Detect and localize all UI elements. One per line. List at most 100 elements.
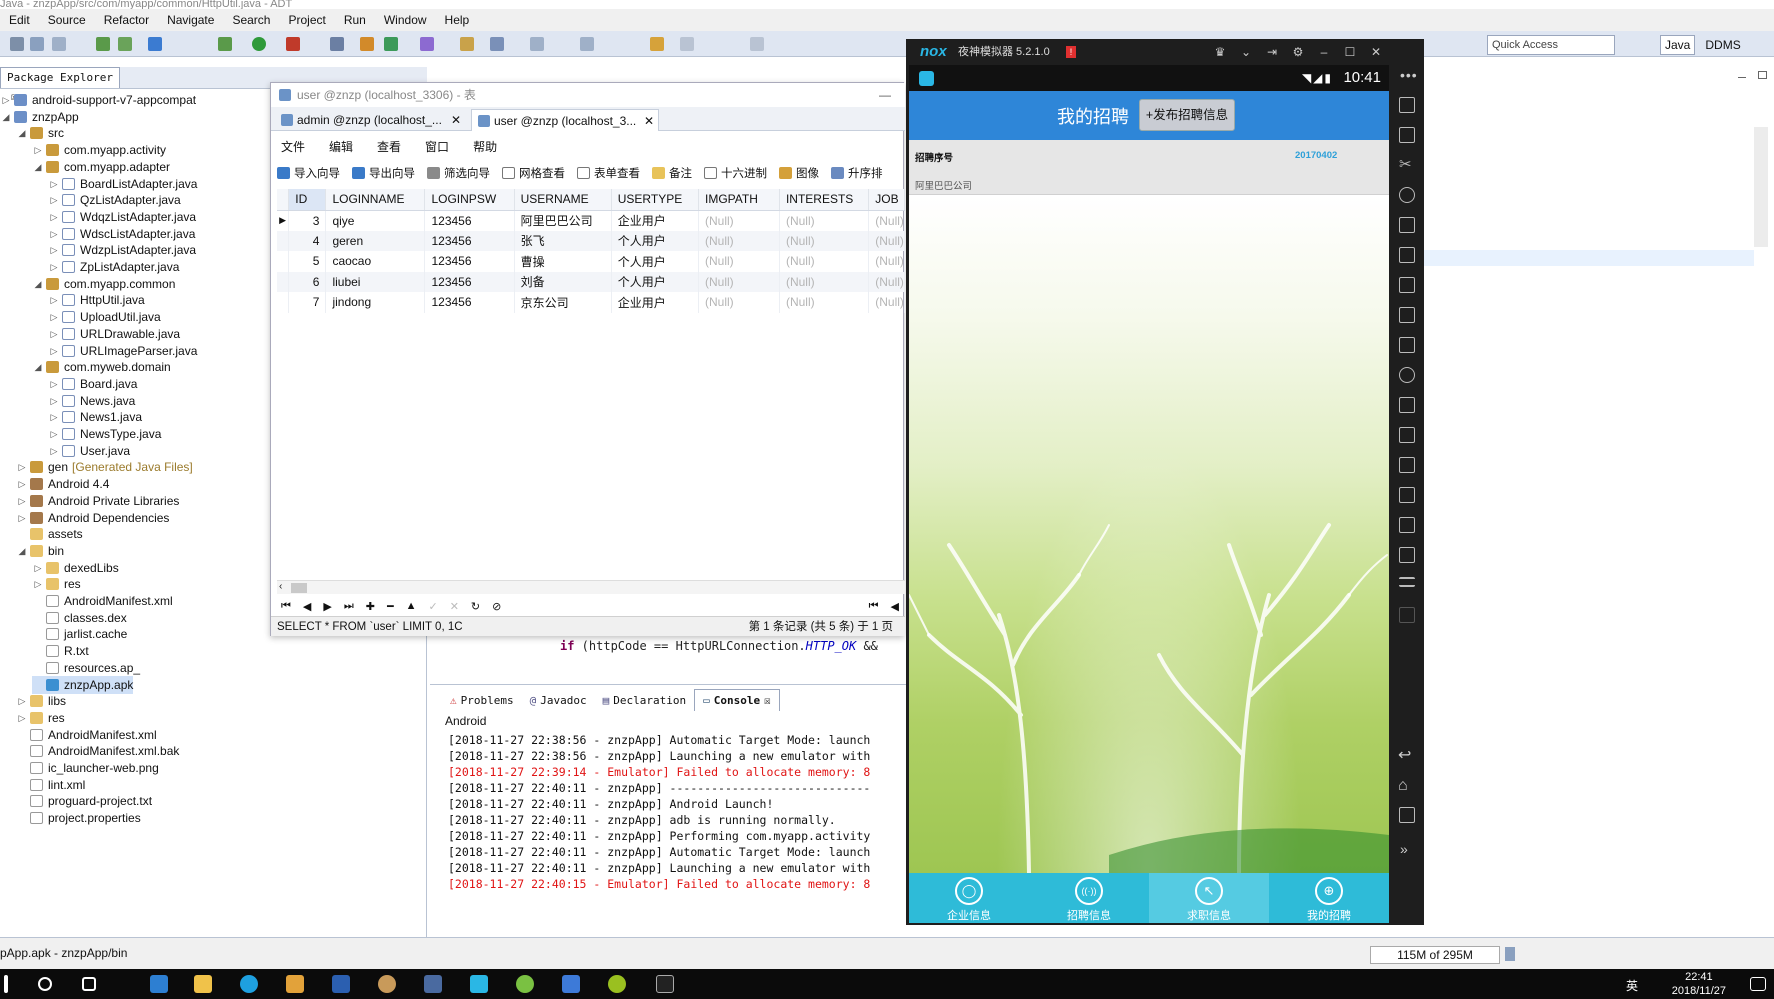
checkbox-icon[interactable] — [148, 37, 162, 51]
expand-icon[interactable]: » — [1400, 841, 1408, 857]
macro-icon[interactable] — [1399, 397, 1415, 413]
table-cell[interactable]: (Null) — [779, 230, 870, 251]
menu-help[interactable]: Help — [436, 13, 479, 27]
tree-item[interactable]: project.properties — [16, 809, 141, 827]
tree-item[interactable]: ▷ ZpListAdapter.java — [48, 258, 180, 276]
row-indicator[interactable] — [277, 271, 290, 292]
collapsed-arrow-icon[interactable]: ▷ — [48, 225, 60, 243]
close-icon[interactable]: ✕ — [1364, 39, 1388, 65]
share-icon[interactable] — [1399, 517, 1415, 533]
table-cell[interactable]: 曹操 — [514, 251, 612, 272]
tree-item[interactable]: ◢ src — [16, 124, 64, 142]
tree-item[interactable]: ▷ News.java — [48, 392, 136, 410]
tree-item[interactable]: ▷ gen [Generated Java Files] — [16, 458, 193, 476]
menu-refactor[interactable]: Refactor — [95, 13, 158, 27]
tree-item[interactable]: ▷ dexedLibs — [32, 559, 119, 577]
home-icon[interactable]: ⌂ — [1398, 777, 1408, 795]
open-type-icon[interactable] — [330, 37, 344, 51]
loading-icon[interactable] — [1399, 367, 1415, 383]
collapsed-arrow-icon[interactable]: ▷ — [48, 375, 60, 393]
console-output[interactable]: [2018-11-27 22:38:56 - znzpApp] Automati… — [448, 732, 870, 892]
file-explorer-icon[interactable] — [194, 975, 212, 993]
minimize-icon[interactable] — [1738, 77, 1746, 78]
tree-item[interactable]: ▷ HttpUtil.java — [48, 291, 145, 309]
menu-edit[interactable]: Edit — [0, 13, 39, 27]
maximize-icon[interactable]: ☐ — [1338, 39, 1362, 65]
forward-icon[interactable] — [680, 37, 694, 51]
column-header[interactable]: ID — [288, 189, 327, 211]
maximize-icon[interactable] — [1758, 71, 1767, 79]
collapsed-arrow-icon[interactable]: ▷ — [32, 575, 44, 593]
tree-item[interactable]: AndroidManifest.xml — [32, 592, 173, 610]
perspective-java[interactable]: Java — [1660, 35, 1696, 55]
close-icon[interactable]: ✕ — [644, 110, 654, 132]
table-cell[interactable]: (Null) — [868, 271, 905, 292]
collapsed-arrow-icon[interactable]: ▷ — [16, 692, 28, 710]
tab-problems[interactable]: ⚠ Problems — [442, 689, 522, 711]
tree-item[interactable]: ic_launcher-web.png — [16, 759, 159, 777]
system-clock[interactable]: 22:41 2018/11/27 — [1672, 970, 1726, 998]
job-list-item[interactable]: 招聘序号 20170402 阿里巴巴公司 — [909, 140, 1389, 195]
table-cell[interactable]: (Null) — [779, 251, 870, 272]
keyboard-icon[interactable] — [1399, 127, 1415, 143]
eclipse-icon[interactable] — [424, 975, 442, 993]
notification-icon[interactable] — [1750, 977, 1766, 991]
table-cell[interactable]: (Null) — [779, 210, 870, 231]
table-cell[interactable]: 123456 — [424, 210, 515, 231]
collapsed-arrow-icon[interactable]: ▷ — [48, 191, 60, 209]
collapsed-arrow-icon[interactable]: ▷ — [48, 342, 60, 360]
row-indicator[interactable] — [277, 251, 290, 272]
collapsed-arrow-icon[interactable]: ▷ — [48, 241, 60, 259]
next-annotation-icon[interactable] — [580, 37, 594, 51]
avd-manager-icon[interactable] — [118, 37, 132, 51]
tree-item[interactable]: proguard-project.txt — [16, 792, 152, 810]
table-row[interactable]: 5 caocao 123456 曹操 个人用户 (Null) (Null) (Null) — [277, 251, 905, 272]
360-icon[interactable] — [516, 975, 534, 993]
tab-declaration[interactable]: ▤ Declaration — [595, 689, 694, 711]
horizontal-scrollbar[interactable]: ‹ — [277, 580, 905, 594]
import-wizard-button[interactable]: 导入向导 — [277, 165, 340, 181]
table-cell[interactable]: (Null) — [698, 210, 780, 231]
office-icon[interactable] — [286, 975, 304, 993]
menu-search[interactable]: Search — [223, 13, 279, 27]
scroll-thumb[interactable] — [291, 583, 307, 593]
menu-navigate[interactable]: Navigate — [158, 13, 223, 27]
more-icon[interactable]: ••• — [1400, 67, 1418, 83]
prev-page-icon[interactable]: ◀ — [891, 600, 899, 613]
tab-console[interactable]: ▭ Console ☒ — [694, 689, 780, 711]
heap-status[interactable]: 115M of 295M — [1370, 946, 1500, 964]
expanded-arrow-icon[interactable]: ◢ — [32, 158, 44, 176]
edge-icon[interactable] — [150, 975, 168, 993]
tree-item[interactable]: ▷ URLDrawable.java — [48, 325, 181, 343]
tree-item[interactable]: ▷ NewsType.java — [48, 425, 162, 443]
ime-indicator[interactable]: 英 — [1626, 977, 1638, 994]
fullscreen-icon[interactable] — [1399, 247, 1415, 263]
external-tools-icon[interactable] — [286, 37, 300, 51]
collapsed-arrow-icon[interactable]: ▷ — [48, 308, 60, 326]
prev-record-icon[interactable]: ◀ — [303, 600, 311, 613]
menu-window[interactable]: Window — [375, 13, 436, 27]
tree-item[interactable]: znzpApp.apk — [32, 675, 134, 694]
table-cell[interactable]: 123456 — [424, 292, 515, 313]
tree-item[interactable]: ◢ com.myapp.common — [32, 275, 176, 293]
quick-access-input[interactable]: Quick Access — [1487, 35, 1615, 55]
tree-item[interactable]: classes.dex — [32, 609, 127, 627]
image-button[interactable]: 图像 — [779, 165, 819, 181]
cancel-icon[interactable]: ✕ — [450, 600, 459, 613]
save-all-icon[interactable] — [52, 37, 66, 51]
trash-icon[interactable] — [1505, 947, 1515, 961]
column-header[interactable]: IMGPATH — [698, 189, 780, 211]
table-cell[interactable]: 3 — [288, 210, 327, 231]
pin-icon[interactable]: ⇥ — [1260, 39, 1284, 65]
close-icon[interactable]: ✕ — [451, 109, 461, 131]
menu-window-cn[interactable]: 窗口 — [415, 138, 463, 158]
search-icon[interactable] — [38, 977, 52, 991]
editor-code-line[interactable]: if (httpCode == HttpURLConnection.HTTP_O… — [560, 639, 878, 653]
tree-item[interactable]: ▷ Android 4.4 — [16, 475, 110, 493]
menu-view[interactable]: 查看 — [367, 138, 415, 158]
tree-item[interactable]: R.txt — [32, 642, 89, 660]
filter-wizard-button[interactable]: 筛选向导 — [427, 165, 490, 181]
expanded-arrow-icon[interactable]: ◢ — [32, 275, 44, 293]
resize-icon[interactable] — [1399, 547, 1415, 563]
volume-up-icon[interactable] — [1399, 277, 1415, 293]
